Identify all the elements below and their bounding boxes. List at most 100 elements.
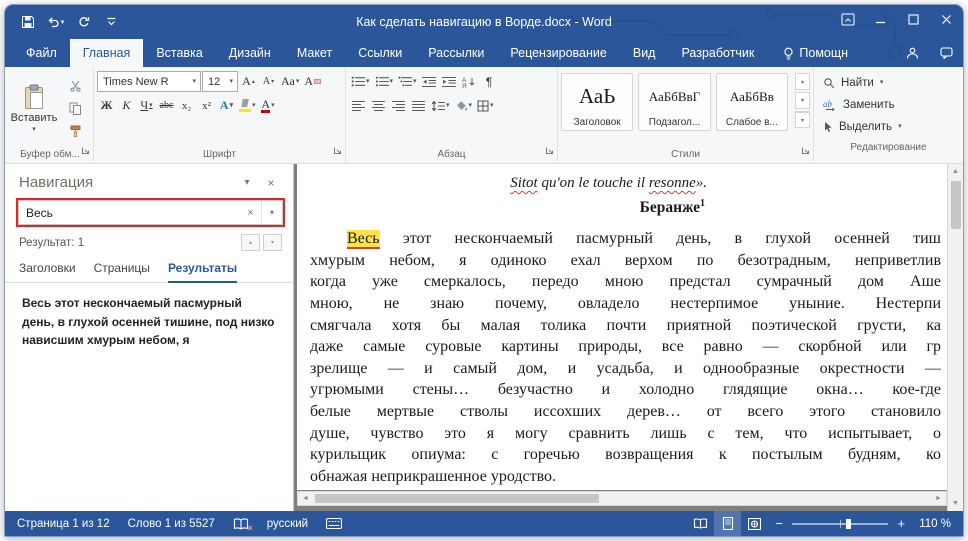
- multilevel-list-button[interactable]: ▾: [396, 71, 419, 92]
- tab-mailings[interactable]: Рассылки: [415, 39, 497, 67]
- next-result-button[interactable]: ▾: [263, 234, 282, 251]
- format-painter-button[interactable]: [64, 122, 87, 141]
- tab-layout[interactable]: Макет: [284, 39, 345, 67]
- search-options-button[interactable]: ▾: [261, 201, 282, 224]
- tab-insert[interactable]: Вставка: [143, 39, 215, 67]
- vertical-scroll-thumb[interactable]: [950, 181, 961, 229]
- align-center-button[interactable]: [369, 95, 388, 116]
- scroll-left-button[interactable]: ◄: [298, 495, 313, 502]
- proofing-status-button[interactable]: ×: [224, 511, 258, 536]
- style-subtle-emphasis[interactable]: АаБбВв Слабое в...: [715, 73, 788, 131]
- justify-button[interactable]: [409, 95, 428, 116]
- document-page[interactable]: Sitot qu'on le touche il resonne». Беран…: [297, 164, 947, 490]
- style-subtitle[interactable]: АаБбВвГ Подзагол...: [638, 73, 711, 131]
- horizontal-scrollbar[interactable]: ◄ ►: [297, 491, 947, 506]
- zoom-slider-thumb[interactable]: [845, 518, 851, 529]
- font-dialog-launcher[interactable]: [333, 142, 342, 160]
- scroll-up-button[interactable]: ▲: [948, 164, 963, 179]
- styles-scroll-down-button[interactable]: ▾: [794, 92, 810, 109]
- pane-close-button[interactable]: ×: [259, 176, 283, 190]
- web-layout-button[interactable]: [741, 511, 768, 536]
- customize-quick-access-button[interactable]: [99, 10, 124, 35]
- grow-font-button[interactable]: А ▴: [239, 71, 258, 92]
- zoom-slider[interactable]: [792, 518, 889, 529]
- bold-button[interactable]: Ж: [97, 95, 116, 116]
- search-result-item[interactable]: Весь этот нескончаемый пасмурный день, в…: [5, 283, 293, 361]
- word-count-indicator[interactable]: Слово 1 из 5527: [119, 511, 224, 536]
- nav-tab-pages[interactable]: Страницы: [94, 257, 150, 282]
- zoom-level-button[interactable]: 110 %: [912, 518, 960, 530]
- keyboard-indicator[interactable]: [317, 511, 351, 536]
- close-button[interactable]: [930, 5, 963, 34]
- scroll-right-button[interactable]: ►: [931, 495, 946, 502]
- text-highlight-button[interactable]: ▾: [237, 95, 258, 116]
- sign-in-button[interactable]: [895, 39, 929, 67]
- feedback-button[interactable]: [929, 39, 963, 67]
- horizontal-scroll-thumb[interactable]: [315, 494, 600, 503]
- superscript-button[interactable]: x²: [197, 95, 216, 116]
- print-layout-button[interactable]: [714, 511, 742, 536]
- shrink-font-button[interactable]: А ▾: [259, 71, 278, 92]
- nav-tab-headings[interactable]: Заголовки: [19, 257, 76, 282]
- numbering-button[interactable]: ▾: [373, 71, 396, 92]
- show-marks-button[interactable]: ¶: [480, 71, 499, 92]
- tab-developer[interactable]: Разработчик: [668, 39, 767, 67]
- tell-me-assistant[interactable]: Помощн: [773, 39, 858, 67]
- undo-button[interactable]: ▾: [43, 10, 68, 35]
- minimize-button[interactable]: [864, 5, 897, 34]
- tab-file[interactable]: Файл: [13, 39, 70, 67]
- tab-home[interactable]: Главная: [69, 39, 144, 67]
- tab-references[interactable]: Ссылки: [345, 39, 415, 67]
- line-spacing-button[interactable]: ▾: [429, 95, 452, 116]
- zoom-out-button[interactable]: −: [768, 511, 790, 536]
- decrease-indent-button[interactable]: [420, 71, 439, 92]
- text-effects-button[interactable]: А ▾: [217, 95, 236, 116]
- scroll-down-button[interactable]: ▼: [948, 496, 963, 511]
- tab-view[interactable]: Вид: [620, 39, 669, 67]
- increase-indent-button[interactable]: [440, 71, 459, 92]
- replace-button[interactable]: ab Заменить: [823, 95, 954, 114]
- borders-button[interactable]: ▾: [475, 95, 496, 116]
- styles-scroll-up-button[interactable]: ▴: [794, 73, 810, 90]
- save-button[interactable]: [15, 10, 40, 35]
- sort-button[interactable]: АЯ: [460, 71, 479, 92]
- bullets-button[interactable]: ▾: [349, 71, 372, 92]
- page-number-indicator[interactable]: Страница 1 из 12: [8, 511, 119, 536]
- redo-button[interactable]: [71, 10, 96, 35]
- styles-gallery-more-button[interactable]: ▾: [794, 111, 810, 128]
- shading-button[interactable]: ▾: [453, 95, 475, 116]
- horizontal-scroll-track[interactable]: [313, 492, 931, 505]
- pane-options-button[interactable]: ▾: [235, 177, 259, 188]
- subscript-button[interactable]: x₂: [177, 95, 196, 116]
- copy-button[interactable]: [64, 99, 87, 118]
- zoom-in-button[interactable]: +: [890, 511, 912, 536]
- paragraph-dialog-launcher[interactable]: [545, 142, 554, 160]
- italic-button[interactable]: К: [117, 95, 136, 116]
- clipboard-dialog-launcher[interactable]: [81, 142, 90, 160]
- clear-formatting-button[interactable]: А: [302, 71, 323, 92]
- find-button[interactable]: Найти ▾: [823, 73, 954, 92]
- align-left-button[interactable]: [349, 95, 368, 116]
- font-family-combo[interactable]: Times New R ▾: [97, 71, 201, 92]
- maximize-button[interactable]: [897, 5, 930, 34]
- language-indicator[interactable]: русский: [258, 511, 317, 536]
- select-button[interactable]: Выделить ▾: [823, 117, 954, 136]
- font-color-button[interactable]: А ▾: [259, 95, 278, 116]
- vertical-scrollbar[interactable]: ▲ ▼: [947, 164, 963, 511]
- previous-result-button[interactable]: ▴: [241, 234, 260, 251]
- font-size-combo[interactable]: 12 ▾: [202, 71, 238, 92]
- style-heading[interactable]: АаЬ Заголовок: [561, 73, 634, 131]
- navigation-search-input[interactable]: Весь × ▾: [16, 198, 285, 227]
- cut-button[interactable]: [64, 76, 87, 95]
- strikethrough-button[interactable]: abc: [157, 95, 176, 116]
- styles-dialog-launcher[interactable]: [801, 142, 810, 160]
- change-case-button[interactable]: Аа ▾: [279, 71, 301, 92]
- tab-review[interactable]: Рецензирование: [497, 39, 620, 67]
- search-clear-button[interactable]: ×: [240, 201, 261, 224]
- align-right-button[interactable]: [389, 95, 408, 116]
- nav-tab-results[interactable]: Результаты: [167, 257, 238, 283]
- ribbon-display-options-button[interactable]: [831, 5, 864, 34]
- tab-design[interactable]: Дизайн: [216, 39, 284, 67]
- read-mode-button[interactable]: [687, 511, 714, 536]
- underline-button[interactable]: Ч ▾: [137, 95, 156, 116]
